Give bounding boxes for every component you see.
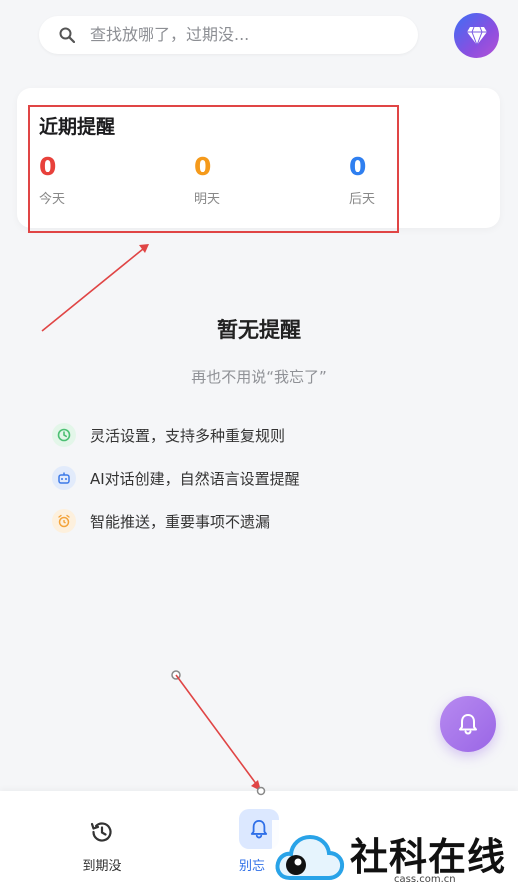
alarm-icon (52, 509, 76, 533)
vip-button[interactable] (454, 13, 499, 58)
tomorrow-label: 明天 (194, 192, 221, 207)
bell-icon (250, 820, 268, 839)
diamond-icon (466, 26, 487, 46)
watermark-text: 社科在线 (350, 835, 507, 879)
nav-item-expired[interactable]: 到期没 (72, 819, 132, 874)
watermark-logo-icon (275, 834, 345, 880)
search-icon (59, 27, 75, 43)
watermark-url: cass.com.cn (394, 874, 456, 885)
bell-icon (459, 714, 477, 735)
stat-day-after[interactable]: 0 后天 (349, 152, 375, 207)
recent-reminders-card[interactable]: 近期提醒 0 今天 0 明天 0 后天 (17, 88, 500, 228)
add-reminder-fab[interactable] (440, 696, 496, 752)
stat-tomorrow[interactable]: 0 明天 (194, 152, 220, 207)
history-icon (90, 822, 112, 842)
stat-today[interactable]: 0 今天 (39, 152, 65, 207)
day-after-count: 0 (349, 152, 367, 181)
clock-icon (52, 423, 76, 447)
empty-state-subtitle: 再也不用说“我忘了” (191, 368, 327, 386)
today-label: 今天 (39, 192, 66, 207)
search-bar[interactable]: 查找放哪了，过期没... (39, 16, 418, 54)
search-input[interactable]: 查找放哪了，过期没... (90, 25, 249, 45)
card-title: 近期提醒 (39, 116, 116, 138)
feature-text: 灵活设置，支持多种重复规则 (90, 426, 286, 445)
watermark: 社科在线 cass.com.cn (272, 820, 518, 894)
today-count: 0 (39, 152, 57, 181)
feature-item-push: 智能推送，重要事项不遗漏 (52, 509, 270, 533)
tomorrow-count: 0 (194, 152, 212, 181)
day-after-label: 后天 (349, 192, 376, 207)
robot-icon (52, 466, 76, 490)
feature-item-ai: AI对话创建，自然语言设置提醒 (52, 466, 300, 490)
feature-text: 智能推送，重要事项不遗漏 (90, 512, 271, 531)
top-bar: 查找放哪了，过期没... (0, 0, 518, 72)
feature-text: AI对话创建，自然语言设置提醒 (90, 469, 300, 488)
nav-label-expired: 到期没 (82, 859, 122, 874)
empty-state-title: 暂无提醒 (217, 318, 301, 342)
feature-item-repeat: 灵活设置，支持多种重复规则 (52, 423, 285, 447)
